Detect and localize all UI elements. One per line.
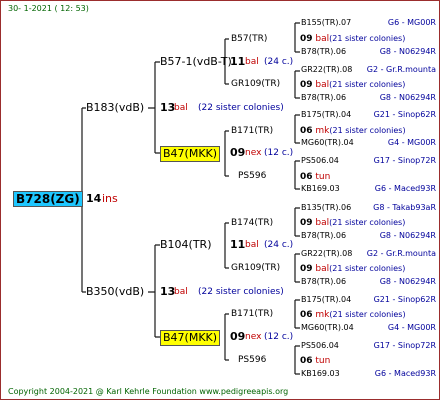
root-queen[interactable]: B728(ZG) [13, 191, 83, 207]
gen4-group: G17 - Sinop72R [373, 341, 436, 350]
gen2-d-tag: nex [245, 332, 262, 342]
gen3-d2-tag: tun [315, 356, 331, 366]
gen2-c-note: (24 c.) [264, 240, 294, 250]
gen2-a-note: (24 c.) [264, 57, 294, 67]
gen2-b-name[interactable]: B47(MKK) [160, 146, 221, 162]
gen1-bottom-note: (22 sister colonies) [198, 287, 284, 297]
gen4-group: G17 - Sinop72R [373, 156, 436, 165]
gen3-a2-note: (21 sister colonies) [329, 80, 406, 89]
gen3-d1-tag: mk [315, 310, 330, 320]
gen2-d-note: (12 c.) [264, 332, 294, 342]
gen4-name[interactable]: KB169.03 [301, 367, 340, 381]
gen4-name[interactable]: PS506.04 [301, 154, 339, 168]
gen3-b2-name[interactable]: PS596 [238, 169, 266, 183]
gen2-c-tag: bal [245, 240, 259, 250]
gen1-top-note: (22 sister colonies) [198, 103, 284, 113]
gen3-c2-note: (21 sister colonies) [329, 264, 406, 273]
gen2-a-num: 11 [230, 55, 246, 68]
gen4-name[interactable]: MG60(TR).04 [301, 321, 354, 335]
gen2-c-name[interactable]: B104(TR) [160, 238, 212, 252]
gen4-group: G8 - Takab93aR [373, 203, 436, 212]
gen3-c2-num: 09 [300, 264, 313, 274]
gen3-a2-name[interactable]: GR109(TR) [231, 77, 280, 91]
gen3-d1-note: (21 sister colonies) [329, 310, 406, 319]
gen4-group: G2 - Gr.R.mounta [366, 65, 436, 74]
gen4-group: G8 - N06294R [379, 277, 436, 286]
gen4-name[interactable]: B175(TR).04 [301, 293, 351, 307]
gen4-name[interactable]: B78(TR).06 [301, 45, 346, 59]
gen1-top-tag: bal [174, 103, 188, 113]
gen4-name[interactable]: PS506.04 [301, 339, 339, 353]
gen3-b1-num: 06 [300, 126, 313, 136]
gen3-b2-num: 06 [300, 172, 313, 182]
gen3-a2-num: 09 [300, 80, 313, 90]
gen2-a-name[interactable]: B57-1(vdB-T) [160, 55, 232, 69]
gen3-c1-note: (21 sister colonies) [329, 218, 406, 227]
gen2-b-num: 09 [230, 146, 246, 159]
gen3-b1-note: (21 sister colonies) [329, 126, 406, 135]
gen3-a1-tag: bal [315, 34, 330, 44]
footer-copyright: Copyright 2004-2021 @ Karl Kehrle Founda… [8, 387, 289, 396]
gen3-c2-tag: bal [315, 264, 330, 274]
root-tag: ins [102, 192, 118, 205]
gen3-a1-name[interactable]: B57(TR) [231, 32, 267, 46]
gen3-c2-name[interactable]: GR109(TR) [231, 261, 280, 275]
report-date: 30- 1-2021 ( 12: 53) [8, 4, 89, 13]
gen3-a1-detail: 09 bal(21 sister colonies) [300, 32, 405, 46]
gen2-b-tag: nex [245, 148, 262, 158]
gen2-a-tag: bal [245, 57, 259, 67]
gen4-group: G8 - N06294R [379, 231, 436, 240]
gen3-c2-detail: 09 bal(21 sister colonies) [300, 262, 405, 276]
gen1-bottom-name[interactable]: B350(vdB) [86, 285, 144, 299]
gen4-name[interactable]: B175(TR).04 [301, 108, 351, 122]
gen4-name[interactable]: B155(TR).07 [301, 16, 351, 30]
gen4-name[interactable]: B78(TR).06 [301, 229, 346, 243]
gen3-a2-detail: 09 bal(21 sister colonies) [300, 78, 405, 92]
gen2-b-note: (12 c.) [264, 148, 294, 158]
gen4-name[interactable]: GR22(TR).08 [301, 63, 352, 77]
gen4-group: G6 - Maced93R [374, 184, 436, 193]
gen3-c1-tag: bal [315, 218, 330, 228]
gen1-bottom-tag: bal [174, 287, 188, 297]
gen4-group: G2 - Gr.R.mounta [366, 249, 436, 258]
gen3-d1-name[interactable]: B171(TR) [231, 307, 273, 321]
gen2-d-name[interactable]: B47(MKK) [160, 330, 221, 346]
gen3-a1-num: 09 [300, 34, 313, 44]
gen3-b1-name[interactable]: B171(TR) [231, 124, 273, 138]
gen4-name[interactable]: B78(TR).06 [301, 275, 346, 289]
gen2-c-num: 11 [230, 238, 246, 251]
gen2-d-num: 09 [230, 330, 246, 343]
gen3-d2-name[interactable]: PS596 [238, 353, 266, 367]
gen4-group: G6 - Maced93R [374, 369, 436, 378]
gen4-name[interactable]: MG60(TR).04 [301, 136, 354, 150]
gen3-c1-name[interactable]: B174(TR) [231, 216, 273, 230]
root-num: 14 [86, 192, 102, 205]
gen4-group: G4 - MG00R [387, 323, 436, 332]
gen4-group: G8 - N06294R [379, 47, 436, 56]
gen4-group: G21 - Sinop62R [373, 110, 436, 119]
gen3-c1-num: 09 [300, 218, 313, 228]
gen3-a1-note: (21 sister colonies) [329, 34, 406, 43]
gen4-name[interactable]: B78(TR).06 [301, 91, 346, 105]
gen4-group: G21 - Sinop62R [373, 295, 436, 304]
gen3-c1-detail: 09 bal(21 sister colonies) [300, 216, 405, 230]
gen4-name[interactable]: KB169.03 [301, 182, 340, 196]
gen3-a2-tag: bal [315, 80, 330, 90]
gen3-b1-tag: mk [315, 126, 330, 136]
gen4-group: G8 - N06294R [379, 93, 436, 102]
gen4-name[interactable]: B135(TR).06 [301, 201, 351, 215]
gen3-d1-num: 06 [300, 310, 313, 320]
gen4-group: G6 - MG00R [387, 18, 436, 27]
gen1-top-name[interactable]: B183(vdB) [86, 101, 144, 115]
gen3-b2-tag: tun [315, 172, 331, 182]
gen3-d1-detail: 06 mk(21 sister colonies) [300, 308, 406, 322]
gen4-group: G4 - MG00R [387, 138, 436, 147]
gen3-d2-num: 06 [300, 356, 313, 366]
gen3-d2-detail: 06 tun [300, 354, 330, 368]
gen4-name[interactable]: GR22(TR).08 [301, 247, 352, 261]
